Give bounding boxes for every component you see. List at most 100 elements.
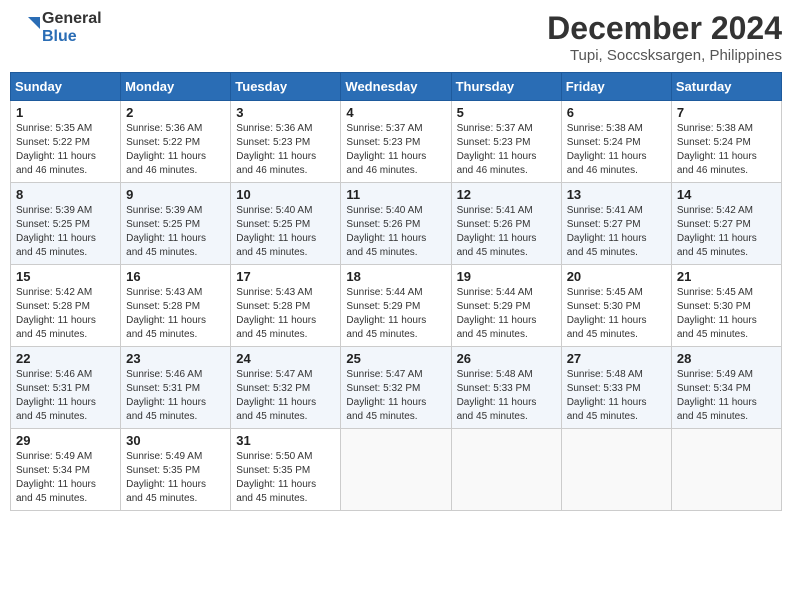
day-number: 17 <box>236 269 335 284</box>
calendar-cell: 15 Sunrise: 5:42 AM Sunset: 5:28 PM Dayli… <box>11 265 121 347</box>
cell-content: Sunrise: 5:40 AM Sunset: 5:26 PM Dayligh… <box>346 204 445 260</box>
cell-content: Sunrise: 5:40 AM Sunset: 5:25 PM Dayligh… <box>236 204 335 260</box>
calendar-cell: 18 Sunrise: 5:44 AM Sunset: 5:29 PM Dayli… <box>341 265 451 347</box>
day-number: 25 <box>346 351 445 366</box>
day-number: 5 <box>457 105 556 120</box>
day-number: 29 <box>16 433 115 448</box>
calendar-week-row: 22 Sunrise: 5:46 AM Sunset: 5:31 PM Dayli… <box>11 347 782 429</box>
calendar-cell: 28 Sunrise: 5:49 AM Sunset: 5:34 PM Dayli… <box>671 347 781 429</box>
day-number: 22 <box>16 351 115 366</box>
day-number: 30 <box>126 433 225 448</box>
cell-content: Sunrise: 5:38 AM Sunset: 5:24 PM Dayligh… <box>677 122 776 178</box>
col-friday: Friday <box>561 73 671 101</box>
day-number: 6 <box>567 105 666 120</box>
cell-content: Sunrise: 5:50 AM Sunset: 5:35 PM Dayligh… <box>236 450 335 506</box>
col-sunday: Sunday <box>11 73 121 101</box>
calendar-header-row: Sunday Monday Tuesday Wednesday Thursday… <box>11 73 782 101</box>
cell-content: Sunrise: 5:47 AM Sunset: 5:32 PM Dayligh… <box>236 368 335 424</box>
cell-content: Sunrise: 5:45 AM Sunset: 5:30 PM Dayligh… <box>677 286 776 342</box>
cell-content: Sunrise: 5:49 AM Sunset: 5:34 PM Dayligh… <box>677 368 776 424</box>
day-number: 23 <box>126 351 225 366</box>
calendar-cell: 11Sunrise: 5:40 AM Sunset: 5:26 PM Dayli… <box>341 183 451 265</box>
calendar-cell: 27 Sunrise: 5:48 AM Sunset: 5:33 PM Dayli… <box>561 347 671 429</box>
day-number: 27 <box>567 351 666 366</box>
cell-content: Sunrise: 5:36 AM Sunset: 5:23 PM Dayligh… <box>236 122 335 178</box>
cell-content: Sunrise: 5:48 AM Sunset: 5:33 PM Dayligh… <box>567 368 666 424</box>
calendar-cell: 9Sunrise: 5:39 AM Sunset: 5:25 PM Daylig… <box>121 183 231 265</box>
cell-content: Sunrise: 5:42 AM Sunset: 5:28 PM Dayligh… <box>16 286 115 342</box>
cell-content: Sunrise: 5:49 AM Sunset: 5:34 PM Dayligh… <box>16 450 115 506</box>
calendar-cell <box>561 429 671 511</box>
day-number: 24 <box>236 351 335 366</box>
day-number: 19 <box>457 269 556 284</box>
calendar-cell: 8 Sunrise: 5:39 AM Sunset: 5:25 PM Daylig… <box>11 183 121 265</box>
calendar-cell: 13 Sunrise: 5:41 AM Sunset: 5:27 PM Dayli… <box>561 183 671 265</box>
cell-content: Sunrise: 5:44 AM Sunset: 5:29 PM Dayligh… <box>346 286 445 342</box>
day-number: 2 <box>126 105 225 120</box>
cell-content: Sunrise: 5:39 AM Sunset: 5:25 PM Dayligh… <box>16 204 115 260</box>
day-number: 13 <box>567 187 666 202</box>
calendar-cell: 26 Sunrise: 5:48 AM Sunset: 5:33 PM Dayli… <box>451 347 561 429</box>
calendar-cell: 12 Sunrise: 5:41 AM Sunset: 5:26 PM Dayli… <box>451 183 561 265</box>
logo: General Blue <box>10 10 102 45</box>
cell-content: Sunrise: 5:43 AM Sunset: 5:28 PM Dayligh… <box>126 286 225 342</box>
calendar-week-row: 29 Sunrise: 5:49 AM Sunset: 5:34 PM Dayli… <box>11 429 782 511</box>
cell-content: Sunrise: 5:37 AM Sunset: 5:23 PM Dayligh… <box>346 122 445 178</box>
cell-content: Sunrise: 5:41 AM Sunset: 5:26 PM Dayligh… <box>457 204 556 260</box>
cell-content: Sunrise: 5:44 AM Sunset: 5:29 PM Dayligh… <box>457 286 556 342</box>
calendar-cell: 31Sunrise: 5:50 AM Sunset: 5:35 PM Dayli… <box>231 429 341 511</box>
day-number: 4 <box>346 105 445 120</box>
cell-content: Sunrise: 5:49 AM Sunset: 5:35 PM Dayligh… <box>126 450 225 506</box>
day-number: 28 <box>677 351 776 366</box>
calendar-table: Sunday Monday Tuesday Wednesday Thursday… <box>10 72 782 511</box>
subtitle: Tupi, Soccsksargen, Philippines <box>547 47 782 64</box>
day-number: 9 <box>126 187 225 202</box>
calendar-cell: 22 Sunrise: 5:46 AM Sunset: 5:31 PM Dayli… <box>11 347 121 429</box>
calendar-cell: 5 Sunrise: 5:37 AM Sunset: 5:23 PM Daylig… <box>451 101 561 183</box>
cell-content: Sunrise: 5:35 AM Sunset: 5:22 PM Dayligh… <box>16 122 115 178</box>
title-section: December 2024 Tupi, Soccsksargen, Philip… <box>547 10 782 64</box>
cell-content: Sunrise: 5:47 AM Sunset: 5:32 PM Dayligh… <box>346 368 445 424</box>
day-number: 15 <box>16 269 115 284</box>
calendar-cell: 16Sunrise: 5:43 AM Sunset: 5:28 PM Dayli… <box>121 265 231 347</box>
logo-bird-icon <box>10 13 40 43</box>
calendar-cell: 21 Sunrise: 5:45 AM Sunset: 5:30 PM Dayli… <box>671 265 781 347</box>
day-number: 14 <box>677 187 776 202</box>
calendar-cell: 2 Sunrise: 5:36 AM Sunset: 5:22 PM Daylig… <box>121 101 231 183</box>
cell-content: Sunrise: 5:37 AM Sunset: 5:23 PM Dayligh… <box>457 122 556 178</box>
logo-blue: Blue <box>42 28 102 46</box>
cell-content: Sunrise: 5:46 AM Sunset: 5:31 PM Dayligh… <box>126 368 225 424</box>
day-number: 18 <box>346 269 445 284</box>
day-number: 12 <box>457 187 556 202</box>
calendar-cell: 24 Sunrise: 5:47 AM Sunset: 5:32 PM Dayli… <box>231 347 341 429</box>
calendar-cell <box>341 429 451 511</box>
day-number: 1 <box>16 105 115 120</box>
calendar-cell <box>671 429 781 511</box>
col-saturday: Saturday <box>671 73 781 101</box>
calendar-cell: 7Sunrise: 5:38 AM Sunset: 5:24 PM Daylig… <box>671 101 781 183</box>
day-number: 21 <box>677 269 776 284</box>
cell-content: Sunrise: 5:42 AM Sunset: 5:27 PM Dayligh… <box>677 204 776 260</box>
calendar-cell: 6 Sunrise: 5:38 AM Sunset: 5:24 PM Daylig… <box>561 101 671 183</box>
calendar-cell: 20Sunrise: 5:45 AM Sunset: 5:30 PM Dayli… <box>561 265 671 347</box>
cell-content: Sunrise: 5:36 AM Sunset: 5:22 PM Dayligh… <box>126 122 225 178</box>
cell-content: Sunrise: 5:38 AM Sunset: 5:24 PM Dayligh… <box>567 122 666 178</box>
logo-text: General Blue <box>10 10 102 45</box>
calendar-week-row: 1 Sunrise: 5:35 AM Sunset: 5:22 PM Daylig… <box>11 101 782 183</box>
calendar-cell: 14 Sunrise: 5:42 AM Sunset: 5:27 PM Dayli… <box>671 183 781 265</box>
calendar-cell <box>451 429 561 511</box>
cell-content: Sunrise: 5:48 AM Sunset: 5:33 PM Dayligh… <box>457 368 556 424</box>
calendar-week-row: 15 Sunrise: 5:42 AM Sunset: 5:28 PM Dayli… <box>11 265 782 347</box>
day-number: 26 <box>457 351 556 366</box>
col-thursday: Thursday <box>451 73 561 101</box>
day-number: 10 <box>236 187 335 202</box>
cell-content: Sunrise: 5:43 AM Sunset: 5:28 PM Dayligh… <box>236 286 335 342</box>
cell-content: Sunrise: 5:46 AM Sunset: 5:31 PM Dayligh… <box>16 368 115 424</box>
calendar-cell: 29 Sunrise: 5:49 AM Sunset: 5:34 PM Dayli… <box>11 429 121 511</box>
col-tuesday: Tuesday <box>231 73 341 101</box>
cell-content: Sunrise: 5:41 AM Sunset: 5:27 PM Dayligh… <box>567 204 666 260</box>
day-number: 8 <box>16 187 115 202</box>
logo-general: General <box>42 10 102 28</box>
calendar-cell: 4 Sunrise: 5:37 AM Sunset: 5:23 PM Daylig… <box>341 101 451 183</box>
calendar-cell: 23 Sunrise: 5:46 AM Sunset: 5:31 PM Dayli… <box>121 347 231 429</box>
